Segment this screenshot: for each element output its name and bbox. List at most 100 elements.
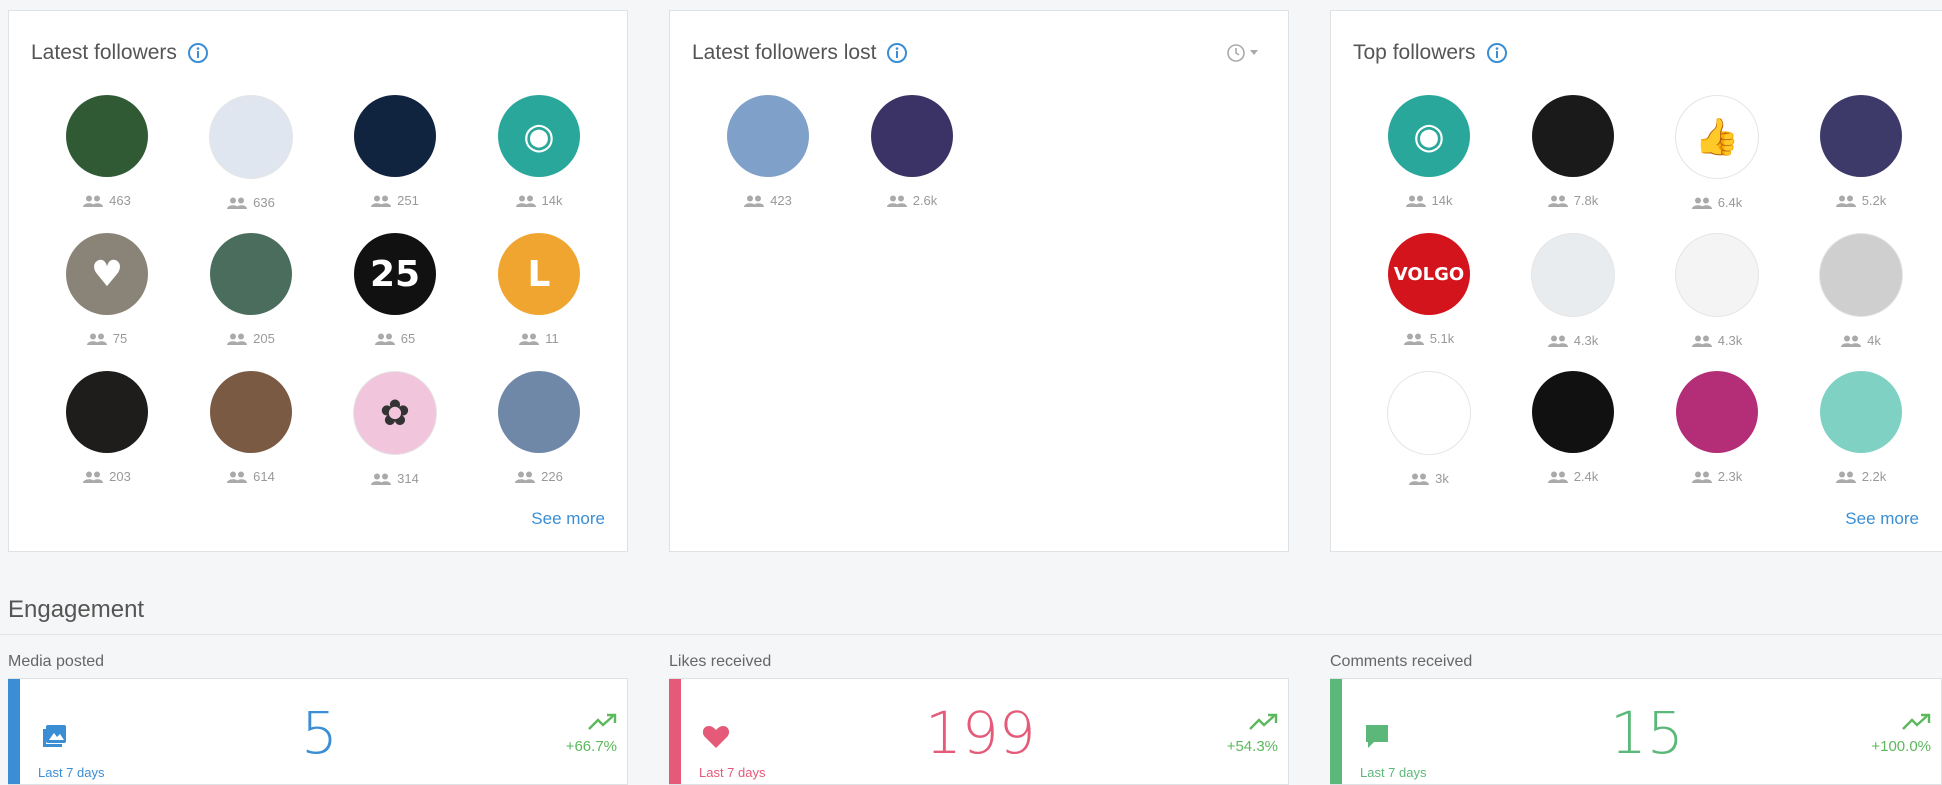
avatar[interactable] <box>1820 95 1902 177</box>
people-icon <box>1691 471 1712 483</box>
avatar[interactable] <box>1532 95 1614 177</box>
avatar[interactable]: ✿ <box>353 371 437 455</box>
follower-item[interactable]: 2.4k <box>1513 371 1633 484</box>
trend-percent: +100.0% <box>1871 738 1931 755</box>
follower-count: 314 <box>397 471 419 486</box>
avatar[interactable] <box>871 95 953 177</box>
follower-count: 75 <box>112 331 128 346</box>
follower-item[interactable]: 251 <box>335 95 455 208</box>
avatar[interactable] <box>498 371 580 453</box>
people-icon <box>1835 195 1856 207</box>
avatar[interactable] <box>727 95 809 177</box>
see-more-link[interactable]: See more <box>531 509 605 529</box>
likes-received-label: Likes received <box>669 653 772 670</box>
follower-item[interactable]: 636 <box>191 95 311 210</box>
avatar[interactable]: ◉ <box>498 95 580 177</box>
card-title: Latest followers <box>31 41 177 64</box>
time-range-dropdown[interactable] <box>1226 43 1258 63</box>
follower-item[interactable]: ✿ 314 <box>335 371 455 486</box>
avatar[interactable] <box>66 371 148 453</box>
comments-received-card[interactable]: Last 7 days 15 +100.0% <box>1330 678 1942 785</box>
people-icon <box>886 195 907 207</box>
likes-received-card[interactable]: Last 7 days 199 +54.3% <box>669 678 1289 785</box>
follower-count: 2.4k <box>1573 469 1599 484</box>
avatar[interactable] <box>1532 371 1614 453</box>
avatar[interactable]: VOLGO <box>1388 233 1470 315</box>
people-icon <box>227 471 248 483</box>
comment-icon <box>1366 725 1388 748</box>
follower-item[interactable]: 25 65 <box>335 233 455 346</box>
follower-item[interactable]: 614 <box>191 371 311 484</box>
follower-item[interactable]: 226 <box>479 371 599 484</box>
section-divider <box>0 634 1942 635</box>
people-icon <box>1691 335 1712 347</box>
avatar[interactable] <box>1819 233 1903 317</box>
period-label: Last 7 days <box>699 765 766 780</box>
avatar[interactable] <box>1387 371 1471 455</box>
card-title: Latest followers lost <box>692 41 877 64</box>
avatar[interactable] <box>1675 233 1759 317</box>
follower-count: 636 <box>253 195 275 210</box>
avatar[interactable] <box>209 95 293 179</box>
follower-item[interactable]: 2.2k <box>1801 371 1921 484</box>
follower-item[interactable]: 423 <box>708 95 828 208</box>
follower-item[interactable]: ◉ 14k <box>479 95 599 208</box>
follower-item[interactable]: 4k <box>1801 233 1921 348</box>
follower-item[interactable]: 463 <box>47 95 167 208</box>
avatar[interactable]: ◉ <box>1388 95 1470 177</box>
avatar[interactable]: 25 <box>354 233 436 315</box>
people-icon <box>1841 335 1862 347</box>
follower-item[interactable]: 3k <box>1369 371 1489 486</box>
info-icon[interactable] <box>1486 42 1508 64</box>
avatar[interactable]: L <box>498 233 580 315</box>
follower-count: 65 <box>400 331 416 346</box>
follower-count: 14k <box>1431 193 1453 208</box>
avatar[interactable] <box>210 371 292 453</box>
comments-received-label: Comments received <box>1330 653 1473 670</box>
people-icon <box>1547 471 1568 483</box>
follower-item[interactable]: 👍 6.4k <box>1657 95 1777 210</box>
info-icon[interactable] <box>886 42 908 64</box>
people-icon <box>1691 197 1712 209</box>
follower-item[interactable]: 203 <box>47 371 167 484</box>
follower-item[interactable]: 205 <box>191 233 311 346</box>
follower-item[interactable]: 2.3k <box>1657 371 1777 484</box>
avatar[interactable]: 👍 <box>1675 95 1759 179</box>
avatar[interactable] <box>66 95 148 177</box>
people-icon <box>371 195 392 207</box>
follower-item[interactable]: 7.8k <box>1513 95 1633 208</box>
people-icon <box>744 195 765 207</box>
people-icon <box>1547 335 1568 347</box>
follower-count: 251 <box>397 193 419 208</box>
avatar[interactable] <box>1531 233 1615 317</box>
clock-icon <box>1227 44 1245 62</box>
people-icon <box>1409 473 1430 485</box>
follower-count: 205 <box>253 331 275 346</box>
see-more-link[interactable]: See more <box>1845 509 1919 529</box>
follower-item[interactable]: 4.3k <box>1657 233 1777 348</box>
media-posted-card[interactable]: Last 7 days 5 +66.7% <box>8 678 628 785</box>
follower-item[interactable]: L 11 <box>479 233 599 346</box>
avatar[interactable] <box>1676 371 1758 453</box>
follower-item[interactable]: 5.2k <box>1801 95 1921 208</box>
follower-count: 3k <box>1435 471 1449 486</box>
follower-item[interactable]: 2.6k <box>852 95 972 208</box>
follower-item[interactable]: VOLGO 5.1k <box>1369 233 1489 346</box>
follower-item[interactable]: 4.3k <box>1513 233 1633 348</box>
avatar[interactable] <box>1820 371 1902 453</box>
info-icon[interactable] <box>187 42 209 64</box>
metric-value: 5 <box>301 699 338 767</box>
latest-followers-card: Latest followers 463 636 251 ◉ 14k ♥ 75 205 25 65… <box>8 10 628 552</box>
people-icon <box>519 333 540 345</box>
follower-count: 11 <box>545 331 559 346</box>
avatar[interactable] <box>354 95 436 177</box>
follower-item[interactable]: ◉ 14k <box>1369 95 1489 208</box>
avatar[interactable] <box>210 233 292 315</box>
follower-item[interactable]: ♥ 75 <box>47 233 167 346</box>
follower-count: 2.3k <box>1717 469 1743 484</box>
avatar[interactable]: ♥ <box>66 233 148 315</box>
follower-count: 423 <box>770 193 792 208</box>
people-icon <box>515 195 536 207</box>
follower-count: 614 <box>253 469 275 484</box>
top-followers-card: Top followers ◉ 14k 7.8k 👍 6.4k 5.2k VOLGO 5.1k… <box>1330 10 1942 552</box>
